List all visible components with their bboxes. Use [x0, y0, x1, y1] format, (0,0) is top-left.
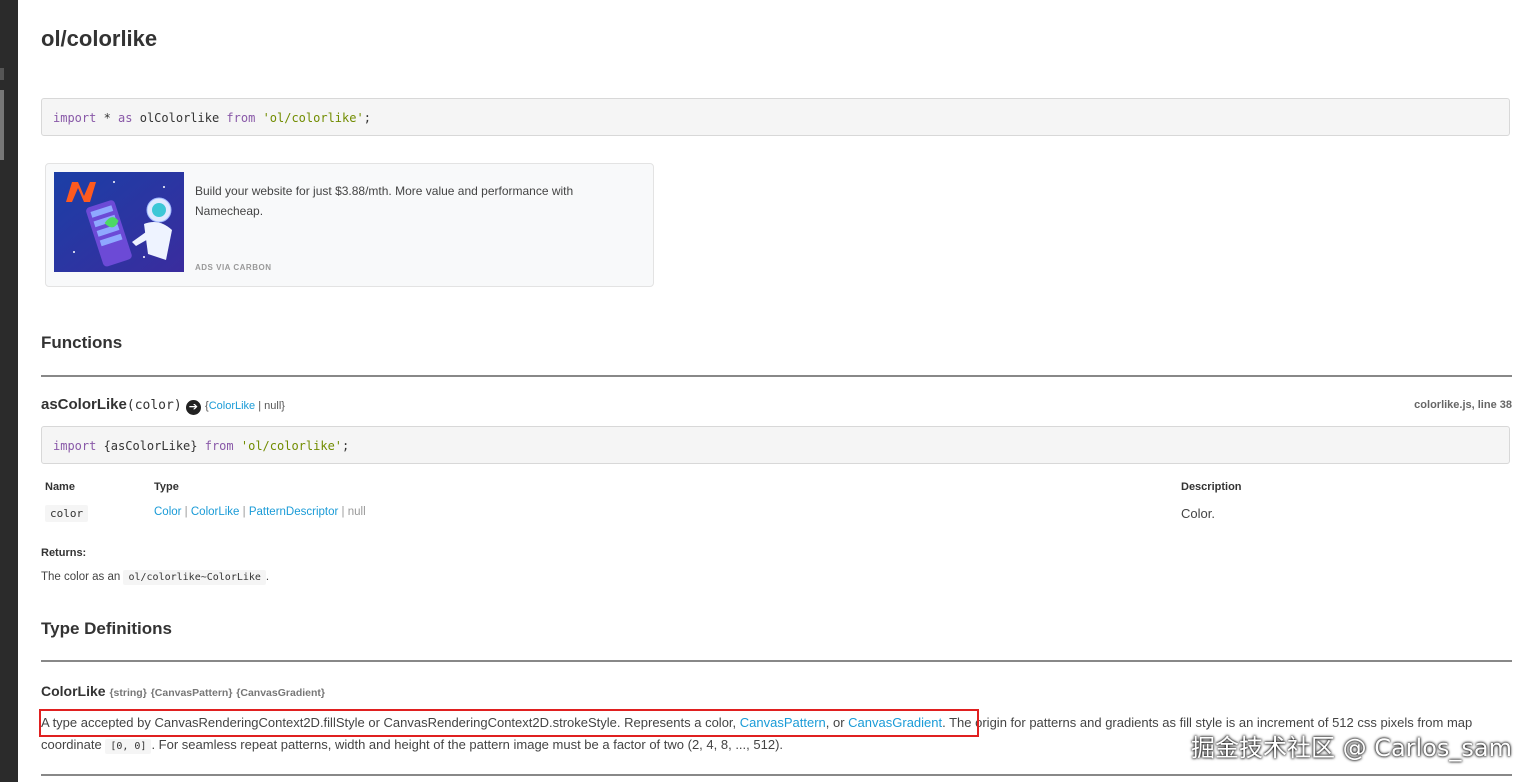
returns-arrow-icon: ➔	[185, 400, 201, 415]
inline-code: [0, 0]	[105, 739, 152, 754]
null-type: null	[347, 506, 366, 518]
returns-label: Returns:	[41, 547, 87, 559]
typedefs-heading: Type Definitions	[41, 619, 172, 638]
carbon-ad[interactable]: Build your website for just $3.88/mth. M…	[45, 163, 654, 287]
code-text: ;	[342, 439, 350, 453]
type-link-color[interactable]: Color	[154, 506, 181, 518]
code-keyword: as	[118, 111, 133, 125]
param-types: Color | ColorLike | PatternDescriptor | …	[154, 506, 366, 518]
type-separator: |	[338, 506, 348, 518]
param-col-description: Description	[1181, 481, 1242, 493]
code-text: ;	[363, 111, 371, 125]
type-separator: |	[255, 400, 265, 412]
typedef-name: ColorLike	[41, 683, 106, 699]
function-name: asColorLike	[41, 396, 127, 413]
code-keyword: import	[53, 111, 97, 125]
section-divider	[41, 375, 1512, 377]
returns-prefix: The color as an	[41, 571, 124, 583]
type-link-colorlike[interactable]: ColorLike	[191, 506, 240, 518]
type-separator: |	[181, 506, 191, 518]
code-keyword: import	[53, 439, 97, 453]
watermark: 掘金技术社区 @ Carlos_sam	[1190, 734, 1512, 762]
return-type-link[interactable]: ColorLike	[209, 400, 255, 412]
function-signature: asColorLike(color) ➔ {ColorLike | null}	[41, 396, 285, 415]
typedef-type-string: {string}	[109, 687, 147, 699]
returns-suffix: .	[265, 571, 270, 583]
function-params: (color)	[126, 398, 182, 413]
code-string: 'ol/colorlike'	[240, 439, 343, 453]
module-import-code: import * as olColorlike from 'ol/colorli…	[41, 98, 1510, 136]
source-link[interactable]: colorlike.js, line 38	[1414, 399, 1512, 411]
ad-text[interactable]: Build your website for just $3.88/mth. M…	[195, 181, 615, 221]
ad-via-carbon[interactable]: ADS VIA CARBON	[195, 263, 271, 272]
ad-image[interactable]	[54, 172, 184, 272]
typedef-signature: ColorLike {string} {CanvasPattern} {Canv…	[41, 683, 325, 699]
scroll-marker	[0, 68, 4, 80]
page-title: ol/colorlike	[41, 26, 158, 51]
code-keyword: from	[204, 439, 234, 453]
code-text: {asColorLike}	[96, 439, 205, 453]
function-import-code: import {asColorLike} from 'ol/colorlike'…	[41, 426, 1510, 464]
param-col-type: Type	[154, 481, 179, 493]
left-window-edge	[0, 0, 18, 782]
type-link-patterndescriptor[interactable]: PatternDescriptor	[249, 506, 338, 518]
typedef-type-canvasgradient: {CanvasGradient}	[236, 687, 325, 699]
code-text: olColorlike	[132, 111, 227, 125]
section-divider	[41, 774, 1512, 776]
section-divider	[41, 660, 1512, 662]
code-keyword: from	[226, 111, 256, 125]
code-string: 'ol/colorlike'	[262, 111, 364, 125]
returns-text: The color as an ol/colorlike~ColorLike.	[41, 570, 270, 585]
param-description: Color.	[1181, 506, 1215, 521]
functions-heading: Functions	[41, 333, 123, 352]
return-type: {ColorLike | null}	[205, 400, 285, 412]
desc-text: . For seamless repeat patterns, width an…	[151, 737, 784, 752]
param-col-name: Name	[45, 481, 75, 493]
annotation-highlight-box	[39, 709, 979, 737]
type-separator: |	[239, 506, 249, 518]
brace: }	[281, 400, 285, 412]
typedef-type-canvaspattern: {CanvasPattern}	[150, 687, 233, 699]
param-name: color	[45, 505, 89, 522]
scrollbar-thumb[interactable]	[0, 90, 4, 160]
returns-code: ol/colorlike~ColorLike	[123, 570, 266, 585]
code-text: *	[96, 111, 119, 125]
null-type: null	[264, 400, 282, 412]
